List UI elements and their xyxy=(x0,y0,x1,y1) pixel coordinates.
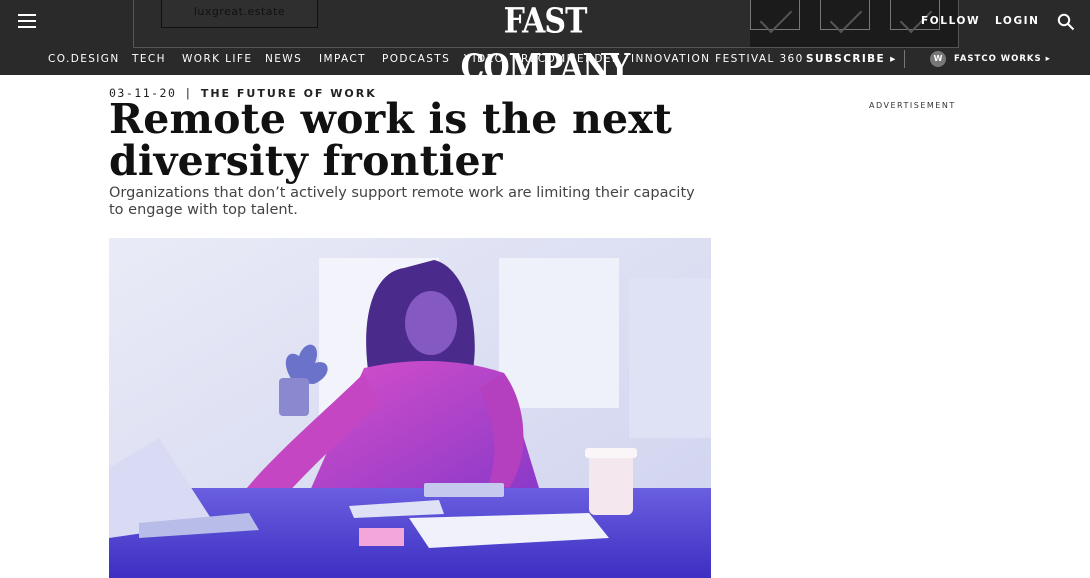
ad-book xyxy=(750,0,800,30)
follow-link[interactable]: FOLLOW xyxy=(921,15,980,27)
nav-item-recommender[interactable]: RECOMMENDER xyxy=(521,53,621,65)
fastco-works-badge[interactable]: W xyxy=(930,51,946,67)
nav-item-podcasts[interactable]: PODCASTS xyxy=(382,53,450,65)
nav-item-innovation-festival[interactable]: INNOVATION FESTIVAL 360 xyxy=(631,53,804,65)
hero-image xyxy=(109,238,711,578)
hero-illustration xyxy=(109,238,711,578)
fastco-works-link[interactable]: FASTCO WORKS ▸ xyxy=(954,54,1051,64)
ad-book xyxy=(820,0,870,30)
site-logo[interactable]: FAST COMPANY xyxy=(446,0,644,87)
article-headline: Remote work is the next diversity fronti… xyxy=(109,95,673,185)
nav-item-video[interactable]: VIDEO xyxy=(464,53,504,65)
article-dek: Organizations that don’t actively suppor… xyxy=(109,185,695,218)
ad-box[interactable]: luxgreat.estate xyxy=(161,0,318,28)
hamburger-icon[interactable] xyxy=(18,14,36,30)
ad-banner-text: luxgreat.estate xyxy=(193,5,286,18)
login-link[interactable]: LOGIN xyxy=(995,15,1040,27)
advertisement-label: ADVERTISEMENT xyxy=(869,101,956,110)
nav-item-work-life[interactable]: WORK LIFE xyxy=(182,53,252,65)
nav-item-tech[interactable]: TECH xyxy=(132,53,166,65)
nav-item-co-design[interactable]: CO.DESIGN xyxy=(48,53,120,65)
nav-divider xyxy=(904,50,905,68)
nav-item-impact[interactable]: IMPACT xyxy=(319,53,366,65)
search-icon[interactable] xyxy=(1057,13,1075,31)
subscribe-link[interactable]: SUBSCRIBE ▸ xyxy=(806,53,897,65)
nav-item-news[interactable]: NEWS xyxy=(265,53,302,65)
